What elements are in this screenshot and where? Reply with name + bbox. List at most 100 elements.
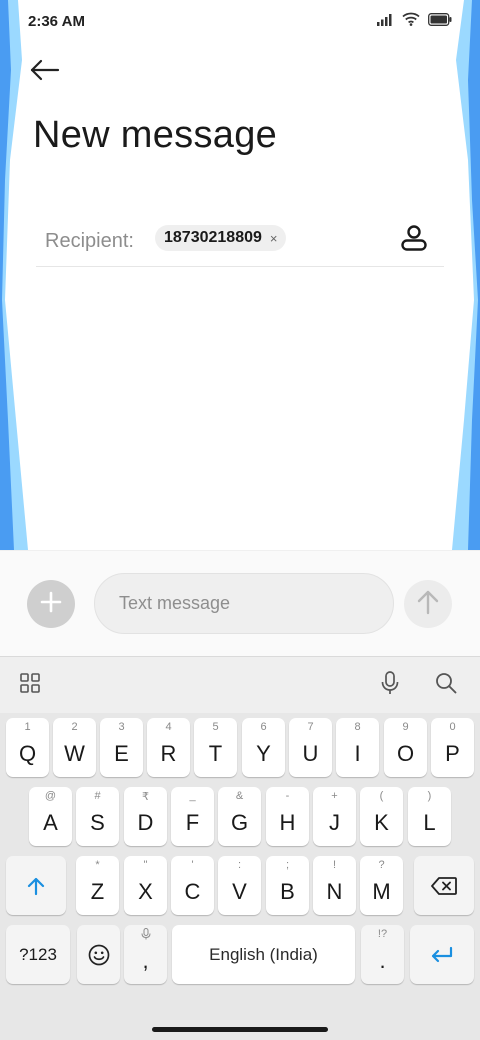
key-label: F	[185, 810, 200, 835]
key-h[interactable]: -H	[266, 787, 309, 846]
recipient-row: Recipient: 18730218809 ×	[36, 214, 444, 267]
key-sub-label: (	[379, 790, 384, 802]
key-sub-label: !	[332, 859, 337, 871]
key-l[interactable]: ) L	[408, 787, 451, 846]
key-sub-label: _	[189, 790, 196, 802]
keyboard-menu-button[interactable]	[16, 671, 44, 699]
period-key[interactable]: !? .	[361, 925, 404, 984]
enter-icon	[410, 925, 474, 984]
key-sub-label: @	[44, 790, 57, 802]
key-o[interactable]: 9O	[384, 718, 427, 777]
key-label: G	[230, 810, 249, 835]
arrow-up-icon	[417, 589, 439, 620]
shift-arrow-icon	[6, 856, 66, 915]
key-sub-label: 1	[24, 721, 31, 733]
key-n[interactable]: ! N	[313, 856, 356, 915]
key-c[interactable]: ' C	[171, 856, 214, 915]
key-label: M	[372, 879, 391, 904]
status-bar: 2:36 AM	[0, 0, 480, 44]
key-p[interactable]: 0P	[431, 718, 474, 777]
battery-icon	[428, 12, 452, 31]
key-e[interactable]: 3E	[100, 718, 143, 777]
key-label: S	[90, 810, 105, 835]
right-edge-decoration	[450, 0, 480, 550]
enter-key[interactable]	[410, 925, 474, 984]
key-label: O	[396, 741, 415, 766]
key-sub-label: ;	[285, 859, 290, 871]
back-button[interactable]	[30, 54, 74, 90]
key-s[interactable]: # S	[76, 787, 119, 846]
key-u[interactable]: 7U	[289, 718, 332, 777]
send-button[interactable]	[404, 580, 452, 628]
person-icon	[400, 224, 428, 257]
key-label: Y	[256, 741, 271, 766]
left-edge-decoration	[0, 0, 30, 550]
key-label: I	[354, 741, 361, 766]
key-sub-label: 7	[307, 721, 314, 733]
page-title: New message	[33, 114, 278, 156]
space-key[interactable]: English (India)	[172, 925, 355, 984]
emoji-key[interactable]	[77, 925, 120, 984]
key-v[interactable]: :V	[218, 856, 261, 915]
period-key-sub-label: !?	[377, 928, 388, 940]
key-label: K	[374, 810, 389, 835]
microphone-icon	[380, 670, 400, 700]
key-sub-label: ?	[378, 859, 385, 871]
key-g[interactable]: & G	[218, 787, 261, 846]
key-q[interactable]: 1Q	[6, 718, 49, 777]
key-d[interactable]: ₹ D	[124, 787, 167, 846]
key-label: T	[208, 741, 223, 766]
key-f[interactable]: _ F	[171, 787, 214, 846]
microphone-icon	[124, 928, 167, 940]
keyboard-search-button[interactable]	[432, 671, 460, 699]
key-k[interactable]: (K	[360, 787, 403, 846]
status-icons	[377, 12, 452, 31]
key-r[interactable]: 4R	[147, 718, 190, 777]
wifi-icon	[402, 12, 420, 31]
key-label: R	[160, 741, 177, 766]
key-label: X	[138, 879, 153, 904]
key-sub-label: 3	[118, 721, 125, 733]
home-indicator[interactable]	[152, 1027, 328, 1032]
backspace-key[interactable]	[414, 856, 474, 915]
key-t[interactable]: 5T	[194, 718, 237, 777]
key-sub-label: &	[235, 790, 244, 802]
key-a[interactable]: @ A	[29, 787, 72, 846]
key-w[interactable]: 2W	[53, 718, 96, 777]
key-sub-label: *	[95, 859, 100, 871]
contacts-button[interactable]	[396, 222, 432, 258]
key-y[interactable]: 6Y	[242, 718, 285, 777]
message-input[interactable]	[94, 573, 394, 634]
key-label: U	[302, 741, 319, 766]
key-label: L	[423, 810, 436, 835]
recipient-label: Recipient:	[45, 230, 134, 252]
space-key-label: English (India)	[209, 945, 318, 964]
key-label: N	[326, 879, 343, 904]
key-j[interactable]: + J	[313, 787, 356, 846]
voice-input-button[interactable]	[376, 670, 404, 700]
keyboard-toolbar	[0, 657, 480, 713]
comma-key[interactable]: ,	[124, 925, 167, 984]
key-label: J	[329, 810, 340, 835]
key-b[interactable]: ; B	[266, 856, 309, 915]
shift-key[interactable]	[6, 856, 66, 915]
attach-button[interactable]	[27, 580, 75, 628]
key-sub-label: 0	[449, 721, 456, 733]
key-label: H	[279, 810, 296, 835]
recipient-chip[interactable]: 18730218809 ×	[155, 225, 287, 251]
key-label: W	[64, 741, 85, 766]
status-time: 2:36 AM	[28, 13, 85, 30]
symbols-key[interactable]: ?123	[6, 925, 70, 984]
key-m[interactable]: ? M	[360, 856, 403, 915]
key-sub-label: )	[427, 790, 432, 802]
key-i[interactable]: 8I	[336, 718, 379, 777]
remove-recipient-icon[interactable]: ×	[270, 231, 278, 246]
key-x[interactable]: " X	[124, 856, 167, 915]
comma-key-label: ,	[142, 948, 149, 973]
recipient-chip-number: 18730218809	[164, 229, 262, 246]
key-label: Z	[90, 879, 105, 904]
key-label: D	[137, 810, 154, 835]
signal-icon	[377, 12, 394, 31]
key-z[interactable]: * Z	[76, 856, 119, 915]
key-sub-label: -	[285, 790, 290, 802]
